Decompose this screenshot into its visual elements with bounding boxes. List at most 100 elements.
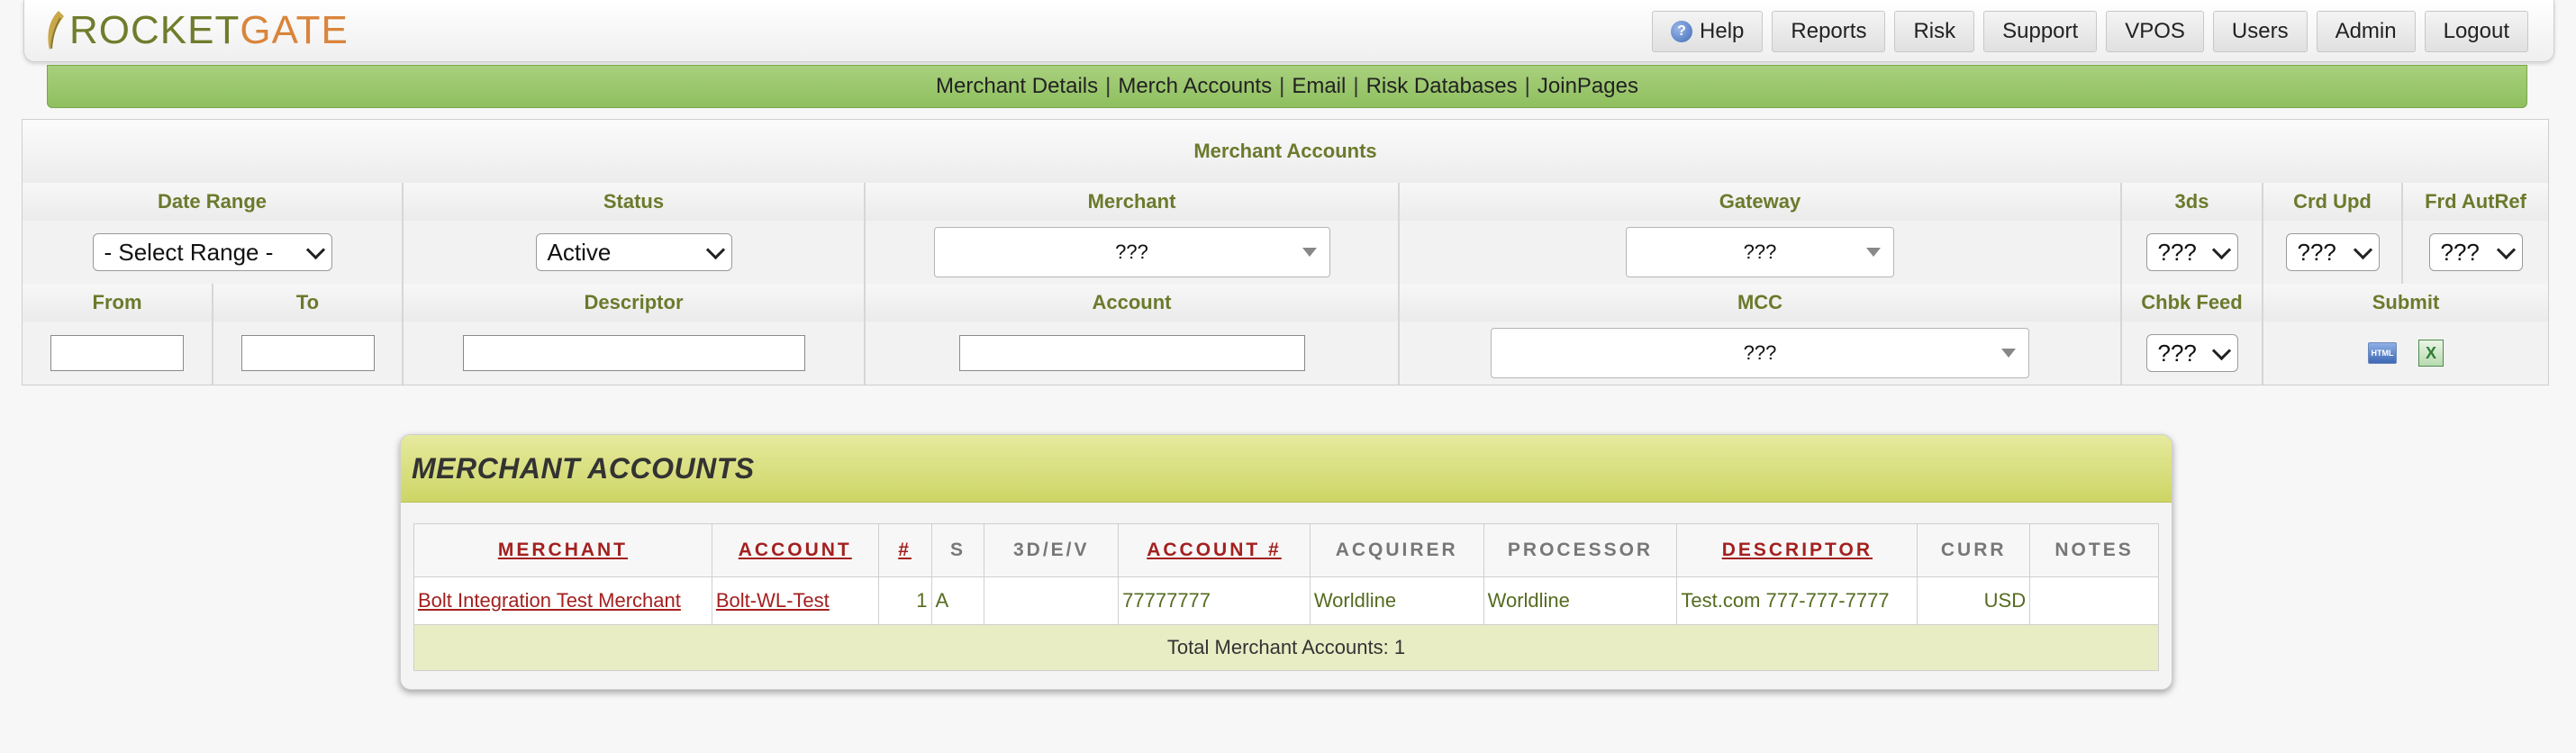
merchant-select[interactable]: ??? xyxy=(933,227,1330,277)
filter-control-row-2: ??? ??? HTML X xyxy=(23,322,2548,385)
help-button-label: Help xyxy=(1700,19,1745,43)
col-account[interactable]: ACCOUNT xyxy=(711,523,879,577)
reports-button[interactable]: Reports xyxy=(1772,11,1886,52)
col-processor: PROCESSOR xyxy=(1483,523,1678,577)
chevron-down-icon xyxy=(2496,240,2516,259)
filter-header-row-2: From To Descriptor Account MCC Chbk Feed… xyxy=(23,284,2548,323)
logout-button[interactable]: Logout xyxy=(2424,11,2528,52)
mcc-select[interactable]: ??? xyxy=(1491,328,2029,378)
date-range-select[interactable]: - Select Range - xyxy=(92,233,332,271)
subnav-email[interactable]: Email xyxy=(1292,74,1346,99)
col-status: S xyxy=(930,523,985,577)
table-total-row: Total Merchant Accounts: 1 xyxy=(413,624,2159,671)
filter-header-row-1: Date Range Status Merchant Gateway 3ds C… xyxy=(23,183,2548,222)
table-header-row: MERCHANT ACCOUNT # S 3D/E/V ACCOUNT # AC… xyxy=(413,523,2159,577)
merchant-accounts-table: MERCHANT ACCOUNT # S 3D/E/V ACCOUNT # AC… xyxy=(413,523,2159,671)
frd-autref-value: ??? xyxy=(2440,238,2480,266)
risk-button[interactable]: Risk xyxy=(1894,11,1975,52)
merchant-cell: ??? xyxy=(866,221,1400,284)
descriptor-header: Descriptor xyxy=(404,284,866,322)
merchant-link[interactable]: Bolt Integration Test Merchant xyxy=(418,589,681,612)
rocketgate-logo[interactable]: ROCKETGATE xyxy=(42,7,349,54)
submit-header: Submit xyxy=(2372,291,2440,313)
gateway-value: ??? xyxy=(1743,240,1777,263)
top-nav: ? Help Reports Risk Support VPOS Users A… xyxy=(1652,11,2528,52)
mcc-header: MCC xyxy=(1400,284,2122,322)
account-number-cell: 77777777 xyxy=(1118,576,1311,625)
help-icon: ? xyxy=(1671,21,1693,42)
users-button[interactable]: Users xyxy=(2212,11,2308,52)
descriptor-input[interactable] xyxy=(462,335,805,371)
help-button[interactable]: ? Help xyxy=(1652,11,1764,52)
col-acquirer: ACQUIRER xyxy=(1309,523,1484,577)
number-cell: 1 xyxy=(877,576,932,625)
subnav-merchant-details[interactable]: Merchant Details xyxy=(936,74,1098,99)
status-value: Active xyxy=(547,238,612,266)
excel-export-icon[interactable]: X xyxy=(2418,340,2444,367)
support-button[interactable]: Support xyxy=(1983,11,2098,52)
table-row: Bolt Integration Test Merchant Bolt-WL-T… xyxy=(413,576,2159,625)
col-number[interactable]: # xyxy=(877,523,932,577)
crd-upd-value: ??? xyxy=(2297,238,2336,266)
subnav-separator: | xyxy=(1353,74,1359,98)
frd-autref-cell: ??? xyxy=(2403,221,2548,284)
account-link[interactable]: Bolt-WL-Test xyxy=(716,589,830,612)
from-cell xyxy=(23,322,213,385)
crd-upd-header: Crd Upd xyxy=(2263,183,2403,221)
sub-navigation: Merchant Details | Merch Accounts | Emai… xyxy=(47,65,2527,108)
chbk-feed-cell: ??? xyxy=(2122,322,2263,385)
crd-upd-select[interactable]: ??? xyxy=(2285,233,2380,271)
chbk-feed-header: Chbk Feed xyxy=(2122,284,2263,322)
col-notes: NOTES xyxy=(2029,523,2159,577)
threeds-value: ??? xyxy=(2157,238,2197,266)
gateway-cell: ??? xyxy=(1400,221,2122,284)
account-input[interactable] xyxy=(958,335,1305,371)
gateway-header: Gateway xyxy=(1400,183,2122,221)
subnav-separator: | xyxy=(1105,74,1111,98)
threeds-header: 3ds xyxy=(2122,183,2263,221)
rocket-feather-icon xyxy=(48,11,64,50)
account-cell: Bolt-WL-Test xyxy=(711,576,879,625)
subnav-risk-databases[interactable]: Risk Databases xyxy=(1366,74,1518,99)
status-header: Status xyxy=(404,183,866,221)
notes-cell xyxy=(2029,576,2159,625)
subnav-merch-accounts[interactable]: Merch Accounts xyxy=(1118,74,1272,99)
chevron-down-icon xyxy=(2353,240,2372,259)
merchant-accounts-panel: MERCHANT ACCOUNT S MERCHANT ACCOUNT # S 3… xyxy=(400,434,2172,690)
from-date-input[interactable] xyxy=(50,335,184,371)
account-header: Account xyxy=(866,284,1400,322)
col-descriptor[interactable]: DESCRIPTOR xyxy=(1676,523,1918,577)
to-date-input[interactable] xyxy=(240,335,375,371)
top-header: ROCKETGATE ? Help Reports Risk Support V… xyxy=(23,0,2554,62)
chevron-down-icon xyxy=(305,240,325,259)
to-cell xyxy=(213,322,404,385)
mcc-cell: ??? xyxy=(1400,322,2122,385)
merchant-value: ??? xyxy=(1115,240,1148,263)
frd-autref-select[interactable]: ??? xyxy=(2428,233,2523,271)
threeds-select[interactable]: ??? xyxy=(2145,233,2238,271)
from-header: From xyxy=(23,284,213,322)
html-export-icon[interactable]: HTML xyxy=(2368,342,2397,364)
subnav-separator: | xyxy=(1279,74,1285,98)
merchant-header: Merchant xyxy=(866,183,1400,221)
subnav-joinpages[interactable]: JoinPages xyxy=(1537,74,1638,99)
account-cell xyxy=(866,322,1400,385)
currency-cell: USD xyxy=(1917,576,2031,625)
chbk-feed-select[interactable]: ??? xyxy=(2145,334,2238,372)
date-range-value: - Select Range - xyxy=(104,238,274,266)
chbk-feed-value: ??? xyxy=(2157,339,2197,367)
vpos-button[interactable]: VPOS xyxy=(2106,11,2204,52)
crd-upd-cell: ??? xyxy=(2263,221,2403,284)
total-merchant-accounts: Total Merchant Accounts: 1 xyxy=(413,624,2159,671)
logo-text-gate: GATE xyxy=(240,8,349,52)
gateway-select[interactable]: ??? xyxy=(1626,227,1894,277)
col-merchant[interactable]: MERCHANT xyxy=(413,523,712,577)
col-account-number[interactable]: ACCOUNT # xyxy=(1118,523,1311,577)
status-select[interactable]: Active xyxy=(535,233,732,271)
col-3dev: 3D/E/V xyxy=(984,523,1120,577)
caret-down-icon xyxy=(2001,349,2016,358)
admin-button[interactable]: Admin xyxy=(2316,11,2416,52)
date-range-header: Date Range xyxy=(23,183,404,221)
date-range-cell: - Select Range - xyxy=(23,221,404,284)
descriptor-cell: Test.com 777-777-7777 xyxy=(1676,576,1918,625)
